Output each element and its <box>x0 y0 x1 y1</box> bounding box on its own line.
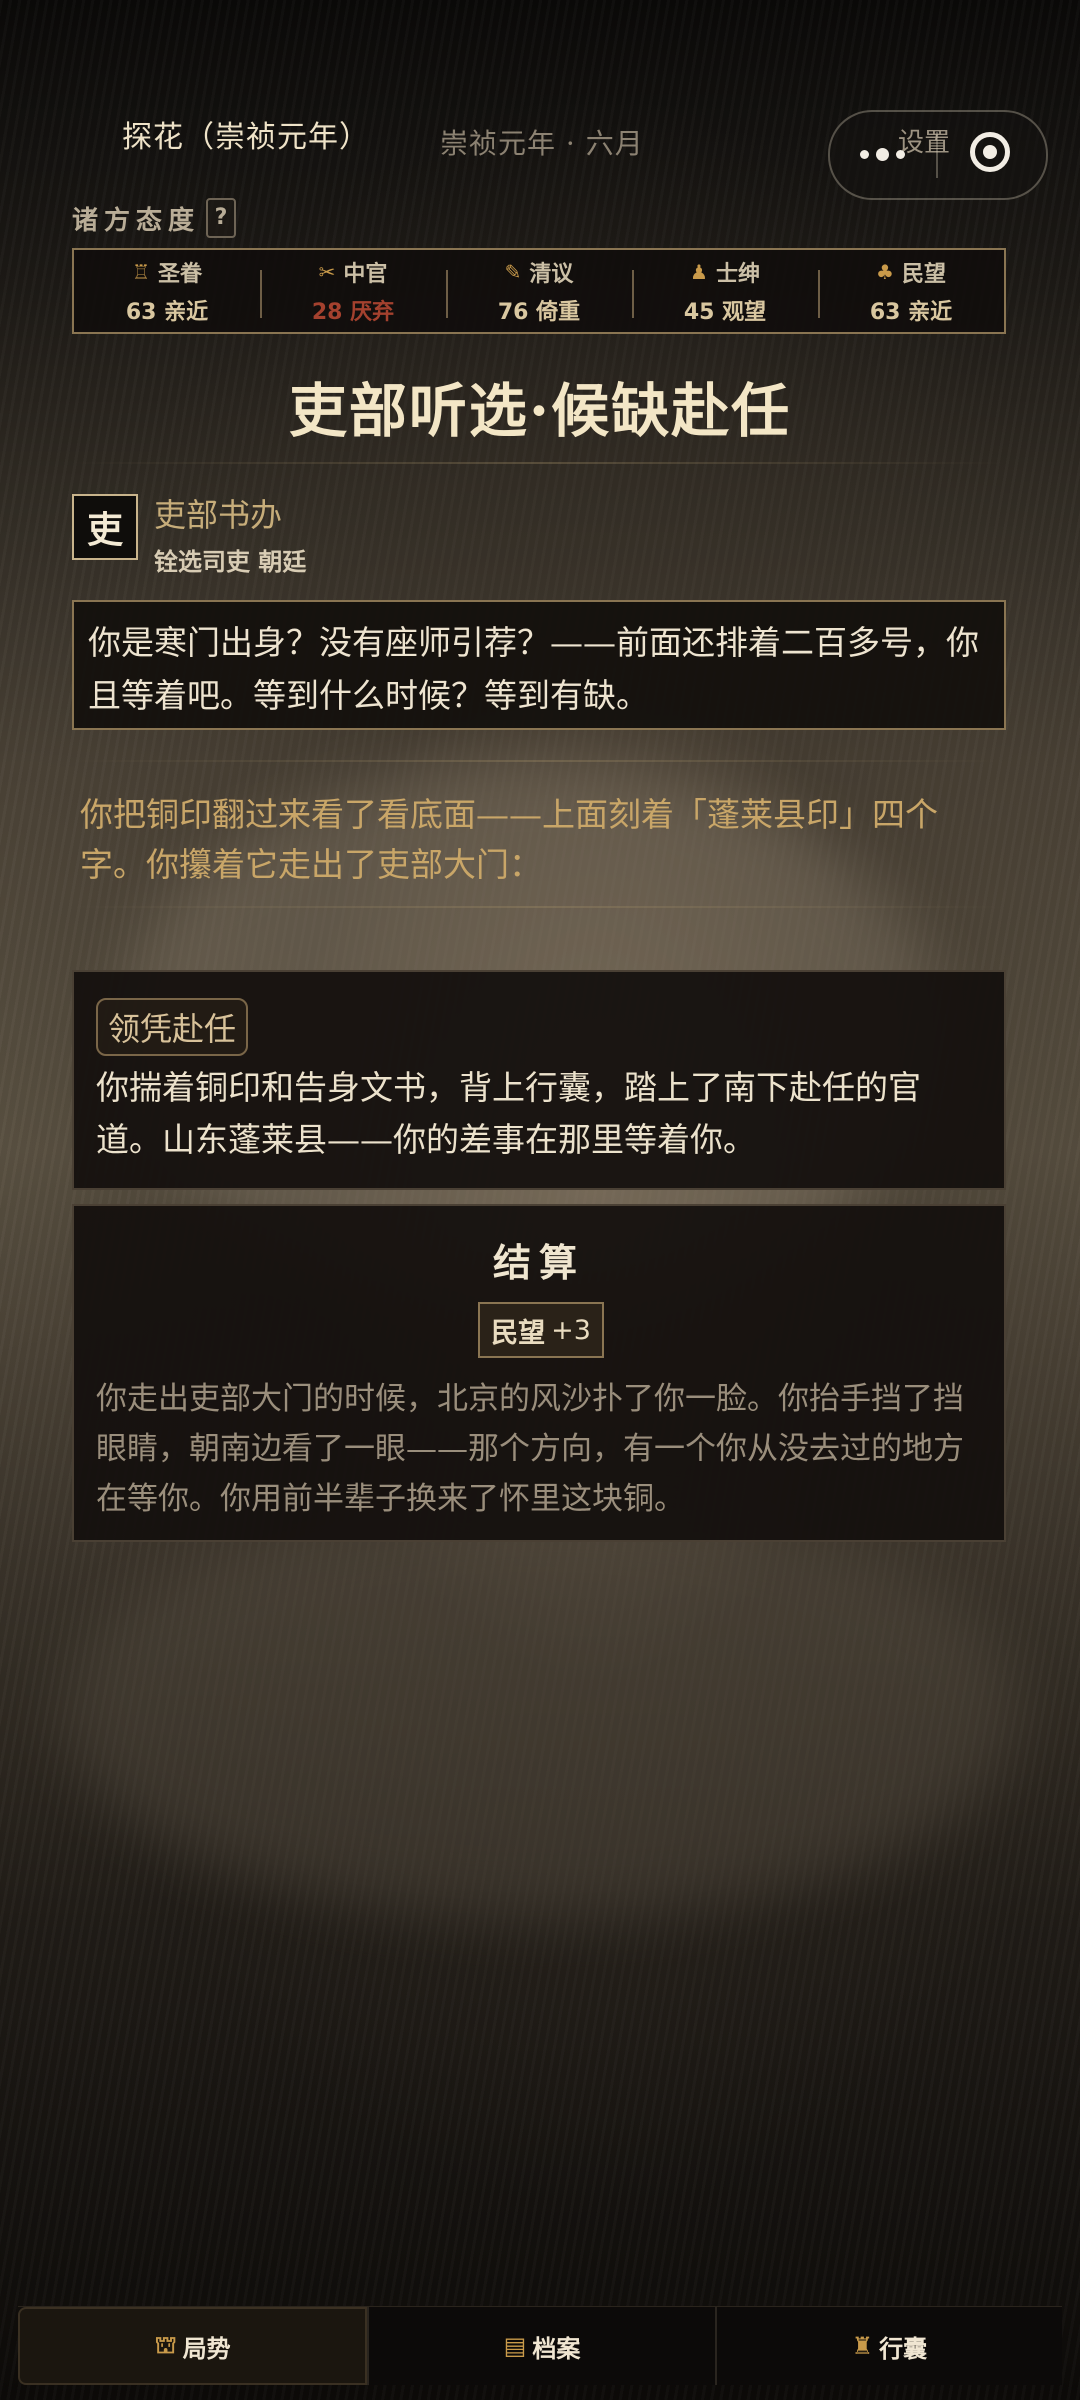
event-title: 吏部听选·候缺赴任 <box>288 377 792 445</box>
settings-button[interactable]: 设置 <box>898 122 950 159</box>
faction-value: 63 <box>869 300 901 325</box>
help-button[interactable]: ? <box>206 198 237 238</box>
background-texture <box>60 1500 1020 1920</box>
bag-icon: ♜ <box>851 2332 874 2360</box>
situation-icon: ⛫ <box>154 2330 177 2359</box>
eunuch-icon: ✂ <box>318 260 336 284</box>
emperor-icon: ♖ <box>132 260 150 284</box>
faction-value: 28 <box>311 300 343 325</box>
mini-program-capsule: 设置 <box>828 110 1048 200</box>
gentry-icon: ♟ <box>690 260 708 284</box>
speaker-role: 铨选司吏 朝廷 <box>154 548 307 576</box>
nav-label: 档案 <box>532 2334 581 2363</box>
choice-tag: 领凭赴任 <box>96 998 249 1056</box>
faction-name: 民望 <box>901 262 946 287</box>
faction-name: 圣眷 <box>157 262 202 287</box>
faction-name: 中官 <box>343 262 388 287</box>
capsule-divider <box>936 132 938 178</box>
reward-label: 民望 <box>491 1317 546 1349</box>
faction-eunuch[interactable]: ✂ 中官 28 厌弃 <box>260 250 446 332</box>
nav-situation-tab[interactable]: ⛫ 局势 <box>18 2307 368 2385</box>
settlement-text: 你走出吏部大门的时候，北京的风沙扑了你一脸。你抬手挡了挡眼睛，朝南边看了一眼——… <box>96 1381 964 1517</box>
nav-bag-tab[interactable]: ♜ 行囊 <box>714 2307 1062 2385</box>
choice-text: 你揣着铜印和告身文书，背上行囊，踏上了南下赴任的官道。山东蓬莱县——你的差事在那… <box>96 1068 921 1159</box>
more-icon[interactable] <box>860 148 905 161</box>
attitude-header: 诸方态度 ? <box>72 198 237 238</box>
attitude-title: 诸方态度 <box>72 205 201 236</box>
faction-status: 倚重 <box>536 300 581 325</box>
nav-archive-tab[interactable]: ▤ 档案 <box>367 2307 715 2385</box>
faction-name: 士绅 <box>715 262 760 287</box>
reward-value: +3 <box>551 1314 591 1346</box>
reward-badge: 民望 +3 <box>478 1302 604 1358</box>
nav-label: 局势 <box>182 2334 231 2363</box>
faction-status: 亲近 <box>908 300 953 325</box>
faction-status: 厌弃 <box>350 300 395 325</box>
literati-icon: ✎ <box>504 260 522 284</box>
dialog-box: 你是寒门出身？没有座师引荐？——前面还排着二百多号，你且等着吧。等到什么时候？等… <box>72 600 1006 730</box>
faction-gentry[interactable]: ♟ 士绅 45 观望 <box>632 250 818 332</box>
faction-panel: ♖ 圣眷 63 亲近 ✂ 中官 28 厌弃 ✎ 清议 76 倚重 ♟ 士绅 45 观望 … <box>72 248 1006 334</box>
settlement-title: 结算 <box>492 1241 585 1285</box>
speaker-seal-icon: 吏 <box>72 494 138 560</box>
faction-emperor[interactable]: ♖ 圣眷 63 亲近 <box>74 250 260 332</box>
nav-label: 行囊 <box>879 2334 928 2363</box>
faction-status: 亲近 <box>164 300 209 325</box>
game-date: 崇祯元年 · 六月 <box>440 127 644 160</box>
close-target-icon[interactable] <box>970 132 1010 172</box>
divider <box>72 760 1006 762</box>
player-rank: 探花（崇祯元年） <box>122 120 370 155</box>
archive-icon: ▤ <box>503 2332 527 2360</box>
game-screen: 探花（崇祯元年） 崇祯元年 · 六月 设置 诸方态度 ? ♖ 圣眷 63 亲近 ✂… <box>0 0 1080 2400</box>
faction-literati[interactable]: ✎ 清议 76 倚重 <box>446 250 632 332</box>
narration-text: 你把铜印翻过来看了看底面——上面刻着「蓬莱县印」四个字。你攥着它走出了吏部大门： <box>80 795 938 884</box>
faction-value: 76 <box>497 300 529 325</box>
divider <box>72 462 1006 464</box>
divider <box>72 906 1006 908</box>
choice-card[interactable]: 领凭赴任 你揣着铜印和告身文书，背上行囊，踏上了南下赴任的官道。山东蓬莱县——你… <box>72 970 1006 1190</box>
faction-name: 清议 <box>529 262 574 287</box>
faction-value: 45 <box>683 300 715 325</box>
faction-value: 63 <box>125 300 157 325</box>
speaker-name: 吏部书办 <box>154 496 283 534</box>
bottom-nav: ⛫ 局势 ▤ 档案 ♜ 行囊 <box>18 2306 1062 2385</box>
people-icon: ♣ <box>876 260 894 284</box>
faction-status: 观望 <box>722 300 767 325</box>
faction-people[interactable]: ♣ 民望 63 亲近 <box>818 250 1004 332</box>
settlement-card: 结算 民望 +3 你走出吏部大门的时候，北京的风沙扑了你一脸。你抬手挡了挡眼睛，… <box>72 1204 1006 1542</box>
